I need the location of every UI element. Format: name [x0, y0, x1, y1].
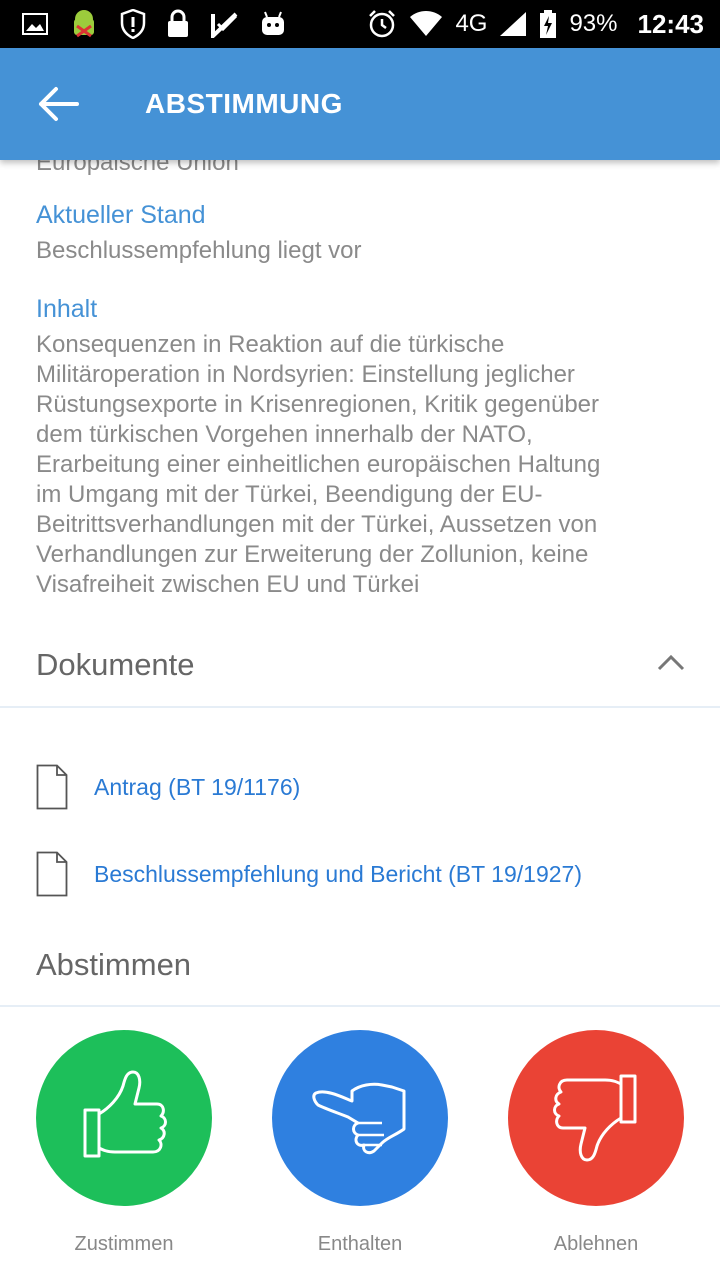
reject-label: Ablehnen — [553, 1233, 639, 1255]
chevron-up-icon — [656, 654, 686, 676]
thumbs-down-icon — [551, 1068, 641, 1169]
lock-icon — [166, 9, 190, 39]
abstain-button[interactable] — [272, 1030, 448, 1206]
divider — [0, 706, 720, 708]
current-status-value: Beschlussempfehlung liegt vor — [36, 237, 362, 264]
approve-button[interactable] — [36, 1030, 212, 1206]
robot-icon — [260, 11, 286, 37]
wifi-icon — [409, 11, 443, 37]
content-line: Beitrittsverhandlungen mit der Türkei, A… — [36, 511, 598, 538]
content-line: Militäroperation in Nordsyrien: Einstell… — [36, 361, 575, 388]
content-line: Erarbeitung einer einheitlichen europäis… — [36, 451, 601, 478]
current-status-label: Aktueller Stand — [36, 201, 206, 229]
checkmark-app-icon — [210, 10, 240, 38]
document-icon — [36, 764, 68, 810]
status-bar: 4G 93% 12:43 — [0, 0, 720, 48]
signal-icon — [499, 11, 527, 37]
collapse-documents-button[interactable] — [656, 652, 686, 677]
page-title: ABSTIMMUNG — [145, 88, 343, 119]
android-debug-icon — [68, 9, 100, 39]
approve-label: Zustimmen — [74, 1233, 174, 1255]
content-line: Rüstungsexporte in Krisenregionen, Kriti… — [36, 391, 600, 418]
document-link-beschlussempfehlung[interactable]: Beschlussempfehlung und Bericht (BT 19/1… — [36, 849, 686, 899]
document-icon — [36, 851, 68, 897]
content-line: Visafreiheit zwischen EU und Türkei — [36, 571, 420, 598]
content-line: Konsequenzen in Reaktion auf die türkisc… — [36, 331, 505, 358]
document-link-text[interactable]: Beschlussempfehlung und Bericht (BT 19/1… — [94, 861, 582, 888]
network-type: 4G — [455, 10, 488, 37]
content-label: Inhalt — [36, 295, 98, 323]
shield-alert-icon — [120, 9, 146, 39]
thumbs-up-icon — [79, 1068, 169, 1169]
documents-section-title: Dokumente — [36, 647, 195, 682]
abstain-label: Enthalten — [317, 1233, 403, 1255]
content-line: im Umgang mit der Türkei, Beendigung der… — [36, 481, 543, 508]
alarm-icon — [367, 9, 397, 39]
arrow-left-icon — [37, 86, 79, 127]
document-link-text[interactable]: Antrag (BT 19/1176) — [94, 774, 300, 801]
content-line: dem türkischen Vorgehen innerhalb der NA… — [36, 421, 533, 448]
thumb-sideways-icon — [312, 1071, 408, 1166]
gallery-icon — [22, 12, 48, 36]
app-bar: ABSTIMMUNG — [0, 48, 720, 160]
vote-section-title: Abstimmen — [36, 947, 192, 982]
document-link-antrag[interactable]: Antrag (BT 19/1176) — [36, 762, 686, 812]
clock: 12:43 — [637, 8, 705, 39]
content-line: Verhandlungen zur Erweiterung der Zollun… — [36, 541, 589, 568]
back-button[interactable] — [30, 78, 86, 134]
battery-charging-icon — [539, 9, 557, 39]
content-text: Konsequenzen in Reaktion auf die türkisc… — [36, 330, 676, 600]
battery-percent: 93% — [569, 10, 618, 37]
reject-button[interactable] — [508, 1030, 684, 1206]
divider — [0, 1005, 720, 1007]
